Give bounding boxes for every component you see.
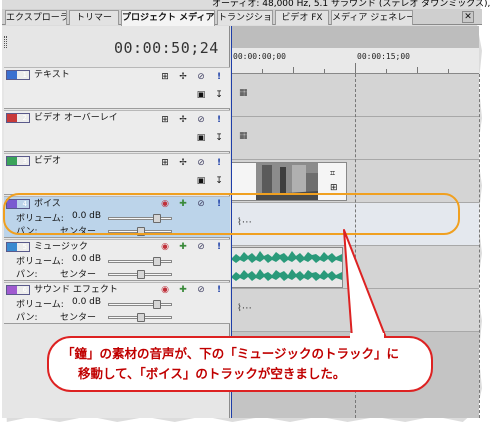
track-number-badge: 3 [6,156,30,166]
ruler-tick [355,63,356,73]
volume-slider-knob[interactable] [153,300,161,309]
ruler-tick [293,67,294,73]
voice-track-highlight [3,193,460,235]
ruler-tick [262,69,263,73]
record-arm-icon[interactable]: ◉ [160,242,170,252]
volume-value: 0.0 dB [72,297,102,307]
time-ruler[interactable]: 00:00:00;00 00:00:15;00 [231,48,479,74]
tab-media-generators[interactable]: メディア ジェネレータ [331,10,413,25]
track-name: サウンド エフェクト [34,285,118,295]
track-number-badge: 2 [6,113,30,123]
bypass-icon[interactable]: ⊘ [196,72,206,82]
track-header-text[interactable]: 1 テキスト ⊞ ✢ ⊘ ! ▣ ↧ [4,67,230,109]
pan-value: センター [60,270,97,280]
bypass-icon[interactable]: ⊘ [196,115,206,125]
volume-label: ボリューム: [16,300,64,310]
track-name: ビデオ [34,156,62,166]
mute-icon[interactable]: ! [214,158,224,168]
track-motion-icon[interactable]: ✢ [178,72,188,82]
track-header-music[interactable]: 5 ミュージック ◉ ✚ ⊘ ! ボリューム: 0.0 dB パン: センター [4,239,230,281]
callout-line-1: 「鐘」の素材の音声が、下の「ミュージックのトラック」に [62,346,400,361]
close-icon[interactable]: ✕ [462,11,474,23]
waveform [232,251,342,281]
track-name: テキスト [34,70,70,80]
audio-placeholder-icon[interactable]: ⌇⋯ [237,303,252,314]
compositing-mode-icon[interactable]: ⊞ [160,158,170,168]
crop-icon[interactable]: ⌗ [330,169,335,179]
compositing-mode-icon[interactable]: ⊞ [160,72,170,82]
collapse-icon[interactable]: ↧ [214,90,224,100]
ruler-tick [417,67,418,73]
record-arm-icon[interactable]: ◉ [160,285,170,295]
audio-status-text: オーディオ: 48,000 Hz, 5.1 サラウンド (ステレオ ダウンミック… [212,0,490,9]
track-name: ミュージック [34,242,88,252]
pan-slider-knob[interactable] [137,270,145,279]
track-number-badge: 5 [6,242,30,252]
collapse-icon[interactable]: ↧ [214,133,224,143]
audio-event-music[interactable] [231,247,343,288]
track-color-swatch [7,286,17,294]
track-number-badge: 6 [6,285,30,295]
track-fx-icon[interactable]: ▣ [196,90,206,100]
ruler-tick [386,69,387,73]
track-fx-icon[interactable]: ▣ [196,133,206,143]
track-motion-icon[interactable]: ✢ [178,115,188,125]
panel-grip-handle[interactable] [4,36,7,48]
placeholder-event-icon[interactable]: ▦ [239,131,248,141]
tab-transitions[interactable]: トランジション [217,10,273,25]
window-tab-bar: エクスプローラ トリマー プロジェクト メディア トランジション ビデオ FX … [2,9,482,26]
volume-slider-knob[interactable] [153,257,161,266]
tab-explorer[interactable]: エクスプローラ [5,10,67,25]
volume-value: 0.0 dB [72,254,102,264]
callout-join-mask [350,333,384,339]
track-color-swatch [7,243,17,251]
pan-slider[interactable] [108,270,172,279]
bypass-icon[interactable]: ⊘ [196,158,206,168]
track-header-video-overlay[interactable]: 2 ビデオ オーバーレイ ⊞ ✢ ⊘ ! ▣ ↧ [4,110,230,152]
track-header-video[interactable]: 3 ビデオ ⊞ ✢ ⊘ ! ▣ ↧ [4,153,230,195]
marker-line [479,74,480,418]
volume-slider[interactable] [108,257,172,266]
mute-icon[interactable]: ! [214,72,224,82]
track-fx-icon[interactable]: ▣ [196,176,206,186]
track-color-swatch [7,114,17,122]
track-name: ビデオ オーバーレイ [34,113,118,123]
ruler-tick [324,69,325,73]
track-number-badge: 1 [6,70,30,80]
solo-icon[interactable]: ! [214,242,224,252]
collapse-icon[interactable]: ↧ [214,176,224,186]
track-fx-icon[interactable]: ✚ [178,285,188,295]
ruler-tick [448,69,449,73]
solo-icon[interactable]: ! [214,285,224,295]
mute-icon[interactable]: ⊘ [196,285,206,295]
compositing-mode-icon[interactable]: ⊞ [160,115,170,125]
timecode-display: 00:00:50;24 [114,39,219,57]
tab-video-fx[interactable]: ビデオ FX [275,10,329,25]
event-fx-icon[interactable]: ⊞ [330,183,338,193]
track-color-swatch [7,157,17,165]
screenshot-frame: オーディオ: 48,000 Hz, 5.1 サラウンド (ステレオ ダウンミック… [0,0,490,436]
callout-text: 「鐘」の素材の音声が、下の「ミュージックのトラック」に 移動して、「ボイス」のト… [62,344,422,384]
ruler-mark-15s: 00:00:15;00 [357,52,410,61]
tab-trimmer[interactable]: トリマー [69,10,119,25]
pan-slider-knob[interactable] [137,313,145,322]
track-color-swatch [7,71,17,79]
placeholder-event-icon[interactable]: ▦ [239,88,248,98]
pan-label: パン: [16,270,38,280]
track-header-sound-effects[interactable]: 6 サウンド エフェクト ◉ ✚ ⊘ ! ボリューム: 0.0 dB パン: セ… [4,282,230,324]
callout-line-2: 移動して、「ボイス」のトラックが空きました。 [78,366,346,381]
track-fx-icon[interactable]: ✚ [178,242,188,252]
volume-label: ボリューム: [16,257,64,267]
pan-label: パン: [16,313,38,323]
volume-slider[interactable] [108,300,172,309]
ruler-mark-start: 00:00:00;00 [233,52,286,61]
mute-icon[interactable]: ⊘ [196,242,206,252]
tab-project-media[interactable]: プロジェクト メディア [121,10,215,26]
pan-slider[interactable] [108,313,172,322]
track-motion-icon[interactable]: ✢ [178,158,188,168]
pan-value: センター [60,313,97,323]
mute-icon[interactable]: ! [214,115,224,125]
